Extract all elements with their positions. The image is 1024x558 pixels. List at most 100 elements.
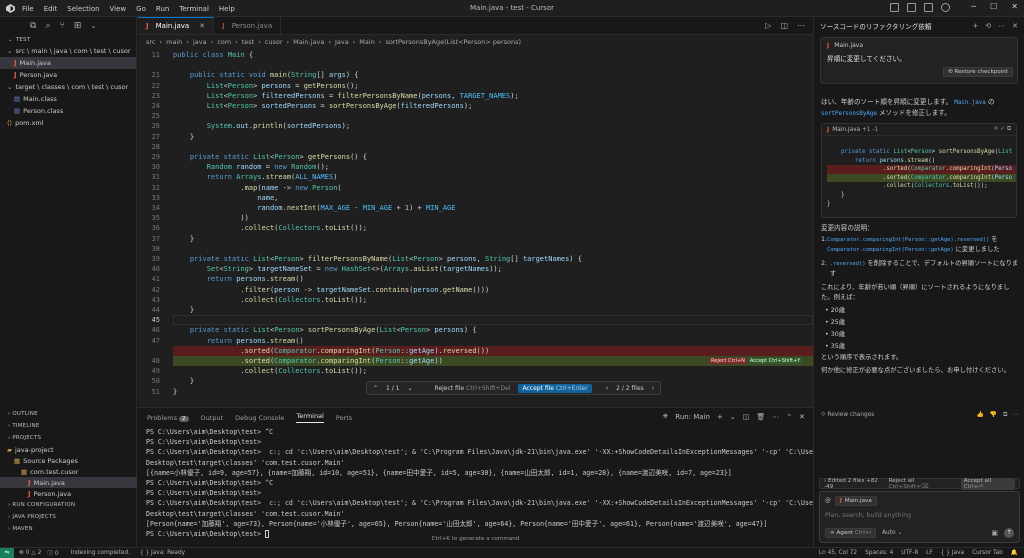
tree-item[interactable]: ⌄ target \ classes \ com \ test \ cusor <box>0 81 136 93</box>
close-panel-icon[interactable]: ✕ <box>799 413 805 421</box>
code-line[interactable]: .filter(person -> targetNameSet.contains… <box>173 286 489 294</box>
new-terminal-icon[interactable]: + <box>717 413 723 421</box>
accept-file-button[interactable]: Accept file Ctrl+Enter <box>518 383 592 393</box>
info-status[interactable]: ⓘ 0 <box>47 548 58 557</box>
code-line[interactable]: } <box>173 388 177 396</box>
code-line[interactable]: .collect(Collectors.toList()); <box>173 224 367 232</box>
agent-mode-selector[interactable]: ∞ Agent Ctrl+I <box>825 528 877 538</box>
indentation[interactable]: Spaces: 4 <box>865 550 893 556</box>
breadcrumb-item[interactable]: sortPersonsByAge(List<Person> persons) <box>385 38 521 46</box>
code-line[interactable]: .sorted(Comparator.comparingInt(Person::… <box>173 347 489 355</box>
tree-item[interactable]: J Person.java <box>0 69 136 81</box>
code-line[interactable]: .map(name -> new Person( <box>173 184 341 192</box>
copy-icon[interactable]: ⧉ <box>1003 412 1007 419</box>
code-view[interactable]: 11 public class Main {21 public static vo… <box>138 48 813 408</box>
accept-change-button[interactable]: Accept Ctrl+Shift+Y <box>748 358 803 364</box>
menu-item[interactable]: File <box>22 5 34 13</box>
panel-tab[interactable]: Output <box>201 414 224 422</box>
new-chat-icon[interactable]: + <box>972 22 978 30</box>
java-status[interactable]: { } Java: Ready <box>140 550 185 556</box>
close-chat-icon[interactable]: ✕ <box>1012 22 1018 30</box>
restore-checkpoint-button[interactable]: ⟲ Restore checkpoint <box>942 67 1013 77</box>
code-line[interactable]: private static List<Person> sortPersonsB… <box>173 326 477 334</box>
code-line[interactable]: return Arrays.stream(ALL_NAMES) <box>173 173 338 181</box>
prev-change-icon[interactable]: ⌃ <box>373 385 378 392</box>
search-icon[interactable]: ⌕ <box>45 21 50 31</box>
breadcrumb-item[interactable]: com <box>217 38 231 46</box>
code-line[interactable]: private static List<Person> getPersons()… <box>173 153 367 161</box>
chat-input[interactable] <box>825 509 1010 521</box>
remote-icon[interactable]: ⇋ <box>0 547 14 558</box>
reject-change-button[interactable]: Reject Ctrl+N <box>709 358 747 364</box>
files-icon[interactable]: ⧉ <box>30 21 36 31</box>
edited-files-toggle[interactable]: › Edited 2 files +82 -49 <box>824 478 889 490</box>
cursor-position[interactable]: Ln 45, Col 72 <box>819 550 857 556</box>
menu-item[interactable]: Terminal <box>179 5 209 13</box>
project-item[interactable]: J Main.java <box>0 477 137 488</box>
model-selector[interactable]: Auto ⌄ <box>882 530 902 536</box>
user-message[interactable]: J Main.java 昇順に変更してください。 ⟲ Restore checkp… <box>820 37 1018 84</box>
breadcrumb-item[interactable]: cusor <box>265 38 283 46</box>
more-icon[interactable]: ⋯ <box>998 22 1005 30</box>
project-item[interactable]: ▦ com.test.cusor <box>0 466 137 477</box>
breadcrumb-item[interactable]: test <box>242 38 254 46</box>
section-header[interactable]: › TIMELINE <box>0 420 137 432</box>
menu-item[interactable]: Go <box>136 5 146 13</box>
code-line[interactable]: .sorted(Comparator.comparingInt(Person::… <box>173 357 442 365</box>
chevron-down-icon[interactable]: ⌄ <box>90 22 96 30</box>
tree-item[interactable]: ▤ Main.class <box>0 93 136 105</box>
explorer-section-header[interactable]: ⌄ TEST <box>0 34 136 45</box>
cursor-tab-status[interactable]: Cursor Tab <box>972 550 1003 556</box>
panel-tab[interactable]: Debug Console <box>235 414 284 422</box>
encoding[interactable]: UTF-8 <box>901 550 918 556</box>
mention-icon[interactable]: @ <box>825 498 831 504</box>
code-line[interactable]: name, <box>173 194 278 202</box>
extensions-icon[interactable]: ⊞ <box>74 21 82 31</box>
context-file-chip[interactable]: J Main.java <box>834 496 877 506</box>
maximize-icon[interactable]: ☐ <box>990 2 997 11</box>
tree-item[interactable]: ▤ Person.class <box>0 105 136 117</box>
notifications-icon[interactable]: 🔔 <box>1011 550 1018 556</box>
tab-main-java[interactable]: J Main.java ✕ <box>138 17 215 34</box>
panel-tab[interactable]: Ports <box>336 414 352 422</box>
code-line[interactable]: List<Person> persons = getPersons(); <box>173 82 359 90</box>
thumbs-down-icon[interactable]: 👎 <box>990 412 997 419</box>
problems-status[interactable]: ⊗ 0 △ 2 <box>19 550 41 556</box>
thumbs-up-icon[interactable]: 👍 <box>977 412 984 419</box>
code-line[interactable]: } <box>173 133 194 141</box>
code-line[interactable]: Set<String> targetNameSet = new HashSet<… <box>173 265 502 273</box>
tree-item[interactable]: J Main.java <box>0 57 136 69</box>
next-change-icon[interactable]: ⌄ <box>408 385 413 392</box>
reject-all-button[interactable]: Reject all Ctrl+Shift+⌫ <box>889 478 956 490</box>
terminal-output[interactable]: PS C:\Users\aim\Desktop\test> ^C PS C:\Us… <box>146 427 841 539</box>
toggle-chat-icon[interactable] <box>924 3 933 12</box>
code-line[interactable]: )) <box>173 214 248 222</box>
reject-file-button[interactable]: Reject file Ctrl+Shift+Del <box>435 385 511 392</box>
code-line[interactable]: List<Person> filteredPersons = filterPer… <box>173 92 519 100</box>
section-header[interactable]: › PROJECTS <box>0 432 137 444</box>
code-line[interactable]: Random random = new Random(); <box>173 163 329 171</box>
more-icon[interactable]: ⋯ <box>1013 412 1019 419</box>
split-terminal-icon[interactable]: ◫ <box>743 413 750 421</box>
user-file-chip[interactable]: Main.java <box>834 42 863 49</box>
menu-item[interactable]: Selection <box>67 5 99 13</box>
menu-item[interactable]: Edit <box>44 5 58 13</box>
maximize-panel-icon[interactable]: ⌃ <box>786 413 792 421</box>
project-item[interactable]: ▦ Source Packages <box>0 455 137 466</box>
review-changes-link[interactable]: ⟐ Review changes <box>821 412 874 419</box>
breadcrumb-item[interactable]: Main <box>359 38 375 46</box>
terminal-dropdown-icon[interactable]: ⌄ <box>730 413 736 421</box>
minimize-icon[interactable]: ─ <box>971 2 976 11</box>
code-line[interactable]: } <box>173 235 194 243</box>
code-line[interactable]: public static void main(String[] args) { <box>173 71 359 79</box>
accept-all-button[interactable]: Accept all Ctrl+⏎ <box>960 477 1015 490</box>
code-line[interactable]: return persons.stream() <box>173 337 304 345</box>
menu-item[interactable]: Help <box>219 5 235 13</box>
image-icon[interactable]: ▣ <box>991 529 998 537</box>
code-line[interactable]: private static List<Person> filterPerson… <box>173 255 582 263</box>
run-icon[interactable]: ▷ <box>765 21 771 30</box>
code-line[interactable]: } <box>173 377 194 385</box>
code-change-card[interactable]: J Main.java +1 -1 ✕ ✓ ⧉ private static Li… <box>821 123 1017 218</box>
trash-icon[interactable]: 🗑 <box>756 413 765 421</box>
line-ending[interactable]: LF <box>926 550 933 556</box>
